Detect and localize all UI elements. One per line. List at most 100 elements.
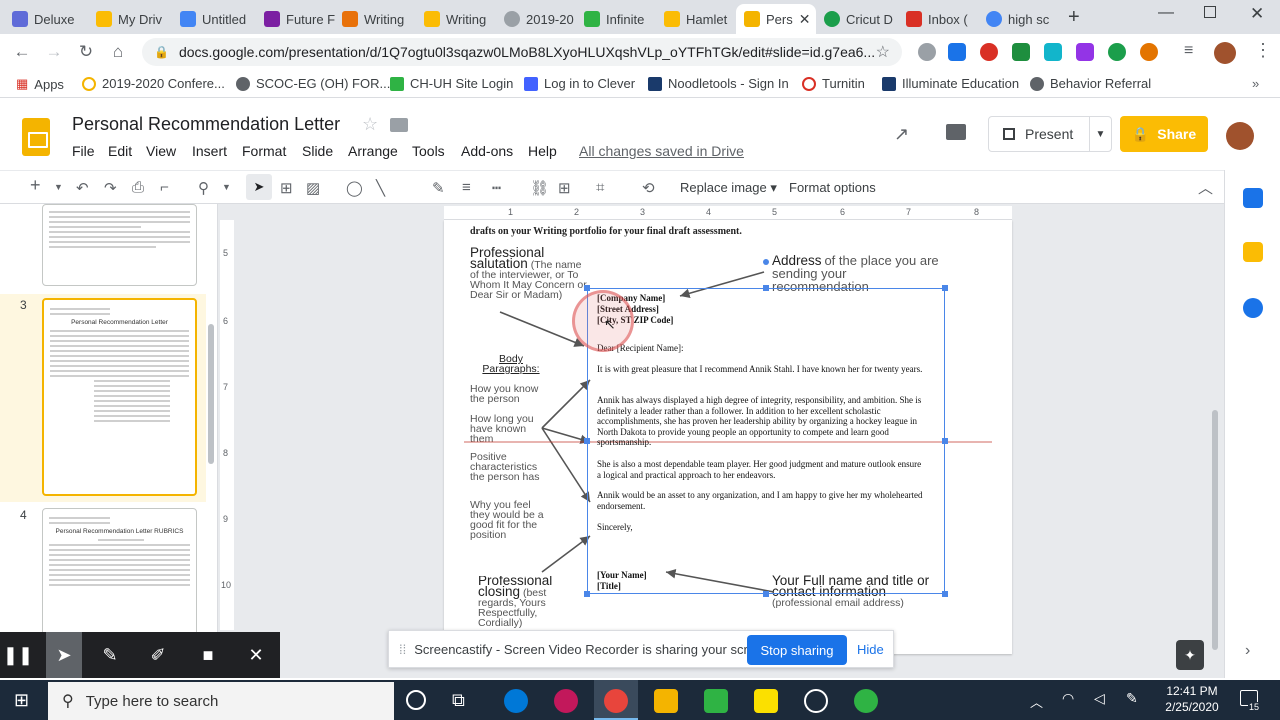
menu-slide[interactable]: Slide xyxy=(302,143,333,159)
bookmark-star-icon[interactable]: ☆ xyxy=(876,42,890,62)
browser-tab[interactable]: Cricut D xyxy=(816,4,900,34)
more-bookmarks-icon[interactable]: » xyxy=(1252,76,1259,91)
volume-icon[interactable]: ◁ xyxy=(1094,690,1105,707)
resize-handle[interactable] xyxy=(763,285,769,291)
chrome-icon[interactable] xyxy=(604,689,628,713)
resize-handle[interactable] xyxy=(584,438,590,444)
select-tool-icon[interactable]: ➤ xyxy=(246,174,272,200)
wifi-icon[interactable]: ◠ xyxy=(1062,690,1074,707)
close-toolbar-icon[interactable]: ✕ xyxy=(244,644,268,666)
browser-tab[interactable]: Untitled xyxy=(172,4,256,34)
maximize-icon[interactable] xyxy=(1204,6,1216,18)
app-icon[interactable] xyxy=(704,689,728,713)
format-options-button[interactable]: Format options xyxy=(789,180,876,195)
highlighter-icon[interactable]: ✐ xyxy=(146,644,170,666)
extension-icon[interactable] xyxy=(918,43,936,61)
filmstrip-scrollbar[interactable] xyxy=(208,324,214,464)
app-icon[interactable] xyxy=(554,689,578,713)
extension-icon[interactable] xyxy=(1044,43,1062,61)
text-box-icon[interactable]: ⊞ xyxy=(280,179,293,197)
browser-tab[interactable]: Deluxe xyxy=(4,4,88,34)
menu-arrange[interactable]: Arrange xyxy=(348,143,398,159)
show-hidden-icons-icon[interactable]: ︿ xyxy=(1030,692,1043,711)
cortana-icon[interactable] xyxy=(406,690,426,710)
reload-icon[interactable]: ↻ xyxy=(74,40,98,64)
sticky-notes-icon[interactable] xyxy=(754,689,778,713)
task-view-icon[interactable]: ⧉ xyxy=(452,690,465,711)
border-weight-icon[interactable]: ≡ xyxy=(462,179,471,196)
drag-handle-icon[interactable]: ⁞⁞ xyxy=(399,642,406,657)
comments-icon[interactable] xyxy=(946,124,966,140)
forward-icon[interactable]: → xyxy=(42,40,66,64)
camera-icon[interactable]: ■ xyxy=(196,644,220,666)
extension-icon[interactable] xyxy=(1140,43,1158,61)
browser-tab[interactable]: My Driv xyxy=(88,4,172,34)
resize-handle[interactable] xyxy=(763,591,769,597)
undo-icon[interactable]: ↶ xyxy=(76,179,89,197)
chrome-menu-icon[interactable]: ⋮ xyxy=(1254,40,1272,61)
extension-icon[interactable] xyxy=(1108,43,1126,61)
bookmark-item[interactable]: Log in to Clever xyxy=(524,76,635,91)
extension-icon[interactable] xyxy=(948,43,966,61)
save-status[interactable]: All changes saved in Drive xyxy=(579,143,744,159)
menu-help[interactable]: Help xyxy=(528,143,557,159)
menu-view[interactable]: View xyxy=(146,143,176,159)
window-close-icon[interactable]: ✕ xyxy=(1250,4,1264,24)
new-tab-icon[interactable]: + xyxy=(1068,6,1080,29)
present-button[interactable]: Present ▼ xyxy=(988,116,1112,152)
chevron-down-icon[interactable]: ▼ xyxy=(1089,117,1111,151)
explore-icon[interactable]: ✦ xyxy=(1176,640,1204,670)
collapse-toolbar-icon[interactable]: ︿ xyxy=(1198,177,1213,198)
home-icon[interactable]: ⌂ xyxy=(106,40,130,64)
canvas-scrollbar[interactable] xyxy=(1212,410,1218,650)
app-icon[interactable] xyxy=(854,689,878,713)
menu-format[interactable]: Format xyxy=(242,143,286,159)
border-dash-icon[interactable]: ┅ xyxy=(492,179,501,197)
hide-button[interactable]: Hide xyxy=(857,642,884,657)
border-color-icon[interactable]: ✎ xyxy=(432,179,445,197)
menu-file[interactable]: File xyxy=(72,143,95,159)
pen-workspace-icon[interactable]: ✎ xyxy=(1126,690,1138,707)
browser-tab[interactable]: high sc xyxy=(978,4,1062,34)
paint-format-icon[interactable]: ⌐ xyxy=(160,179,169,196)
bookmark-item[interactable]: Turnitin xyxy=(802,76,865,91)
add-comment-icon[interactable]: ⊞ xyxy=(558,179,571,197)
rotate-handle[interactable] xyxy=(763,259,769,265)
close-tab-icon[interactable]: ✕ xyxy=(799,11,811,28)
chevron-down-icon[interactable]: ▼ xyxy=(54,182,63,192)
print-icon[interactable]: ⎙ xyxy=(132,179,144,196)
browser-tab[interactable]: Future F xyxy=(256,4,340,34)
edge-icon[interactable] xyxy=(504,689,528,713)
stop-sharing-button[interactable]: Stop sharing xyxy=(747,635,847,665)
file-explorer-icon[interactable] xyxy=(654,689,678,713)
browser-tab[interactable]: 2019-20 xyxy=(496,4,578,34)
star-icon[interactable]: ☆ xyxy=(362,114,378,135)
bookmark-item[interactable]: SCOC-EG (OH) FOR... xyxy=(236,76,390,91)
slide-thumbnail-selected[interactable]: Personal Recommendation Letter xyxy=(42,298,197,496)
extension-icon[interactable] xyxy=(1076,43,1094,61)
activity-dashboard-icon[interactable]: ↗ xyxy=(894,124,909,145)
browser-tab[interactable]: Infinite xyxy=(576,4,658,34)
extension-icon[interactable] xyxy=(1012,43,1030,61)
browser-tab[interactable]: Writing xyxy=(416,4,498,34)
bookmark-item[interactable]: 2019-2020 Confere... xyxy=(82,76,225,91)
menu-addons[interactable]: Add-ons xyxy=(461,143,513,159)
bookmark-item[interactable]: Illuminate Education xyxy=(882,76,1019,91)
browser-tab-active[interactable]: Pers ✕ xyxy=(736,4,816,34)
share-button[interactable]: 🔒 Share xyxy=(1120,116,1208,152)
extension-icon[interactable] xyxy=(980,43,998,61)
profile-avatar[interactable] xyxy=(1214,42,1236,64)
chevron-right-icon[interactable]: › xyxy=(1245,642,1250,660)
menu-edit[interactable]: Edit xyxy=(108,143,132,159)
resize-handle[interactable] xyxy=(584,285,590,291)
browser-tab[interactable]: Hamlet xyxy=(656,4,738,34)
replace-image-menu[interactable]: Replace image ▾ xyxy=(680,180,777,196)
windows-start-icon[interactable]: ⊞ xyxy=(14,690,34,710)
bookmark-apps[interactable]: ▦ Apps xyxy=(16,76,64,92)
slide[interactable]: drafts on your Writing portfolio for you… xyxy=(444,220,1012,654)
reset-image-icon[interactable]: ⟲ xyxy=(642,179,655,197)
slide-thumbnail[interactable] xyxy=(42,204,197,286)
resize-handle[interactable] xyxy=(584,591,590,597)
calendar-icon[interactable] xyxy=(1243,188,1263,208)
line-icon[interactable]: ╲ xyxy=(376,179,385,197)
